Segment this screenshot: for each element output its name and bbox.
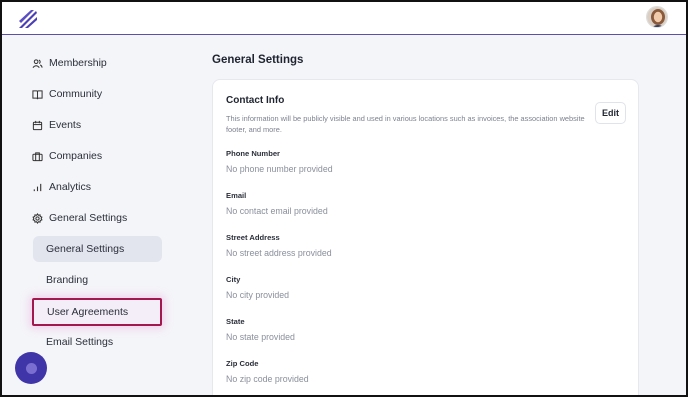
app-window: Membership Community Events Companies An… [0, 0, 688, 397]
field-label-email: Email [226, 191, 247, 200]
subnav-email-settings[interactable]: Email Settings [33, 329, 162, 355]
sidebar-item-general-settings[interactable]: General Settings [32, 207, 127, 229]
sidebar-item-label: Events [49, 119, 82, 131]
field-value-phone: No phone number provided [226, 164, 333, 174]
top-bar [2, 2, 686, 35]
field-label-zip: Zip Code [226, 359, 259, 368]
field-value-state: No state provided [226, 332, 295, 342]
sidebar-item-label: Community [49, 88, 103, 100]
user-avatar[interactable] [646, 6, 668, 28]
subnav-label: User Agreements [47, 306, 129, 318]
chat-icon [25, 362, 37, 374]
help-chat-button[interactable] [15, 352, 47, 384]
feather-logo-icon[interactable] [16, 8, 40, 30]
sidebar-item-companies[interactable]: Companies [32, 145, 102, 167]
users-icon [32, 58, 43, 69]
field-value-street: No street address provided [226, 248, 332, 258]
gear-icon [32, 212, 43, 224]
field-value-zip: No zip code provided [226, 374, 309, 384]
bar-chart-icon [32, 182, 43, 193]
sidebar-item-label: Companies [49, 150, 103, 162]
sidebar-item-events[interactable]: Events [32, 114, 81, 136]
sidebar-item-label: Membership [49, 57, 107, 69]
book-icon [32, 89, 43, 100]
subnav-label: General Settings [46, 243, 125, 255]
sidebar-item-label: Analytics [49, 181, 92, 193]
edit-button[interactable]: Edit [595, 102, 626, 124]
sidebar: Membership Community Events Companies An… [2, 36, 184, 395]
subnav-branding[interactable]: Branding [33, 267, 162, 293]
contact-info-card: Contact Info This information will be pu… [212, 79, 639, 395]
card-title: Contact Info [226, 95, 285, 106]
sidebar-item-label: General Settings [49, 212, 128, 224]
field-label-street: Street Address [226, 233, 280, 242]
subnav-general-settings[interactable]: General Settings [33, 236, 162, 262]
subnav-label: Branding [46, 274, 89, 286]
briefcase-icon [32, 151, 43, 162]
field-label-state: State [226, 317, 245, 326]
sidebar-item-community[interactable]: Community [32, 83, 102, 105]
subnav-label: Email Settings [46, 336, 114, 348]
card-description: This information will be publicly visibl… [226, 114, 585, 134]
field-label-city: City [226, 275, 241, 284]
calendar-icon [32, 120, 43, 131]
page-title: General Settings [212, 54, 304, 66]
sidebar-item-analytics[interactable]: Analytics [32, 176, 91, 198]
field-value-city: No city provided [226, 290, 290, 300]
sidebar-item-membership[interactable]: Membership [32, 52, 107, 74]
subnav-user-agreements[interactable]: User Agreements [32, 298, 162, 326]
field-label-phone: Phone Number [226, 149, 281, 158]
field-value-email: No contact email provided [226, 206, 328, 216]
